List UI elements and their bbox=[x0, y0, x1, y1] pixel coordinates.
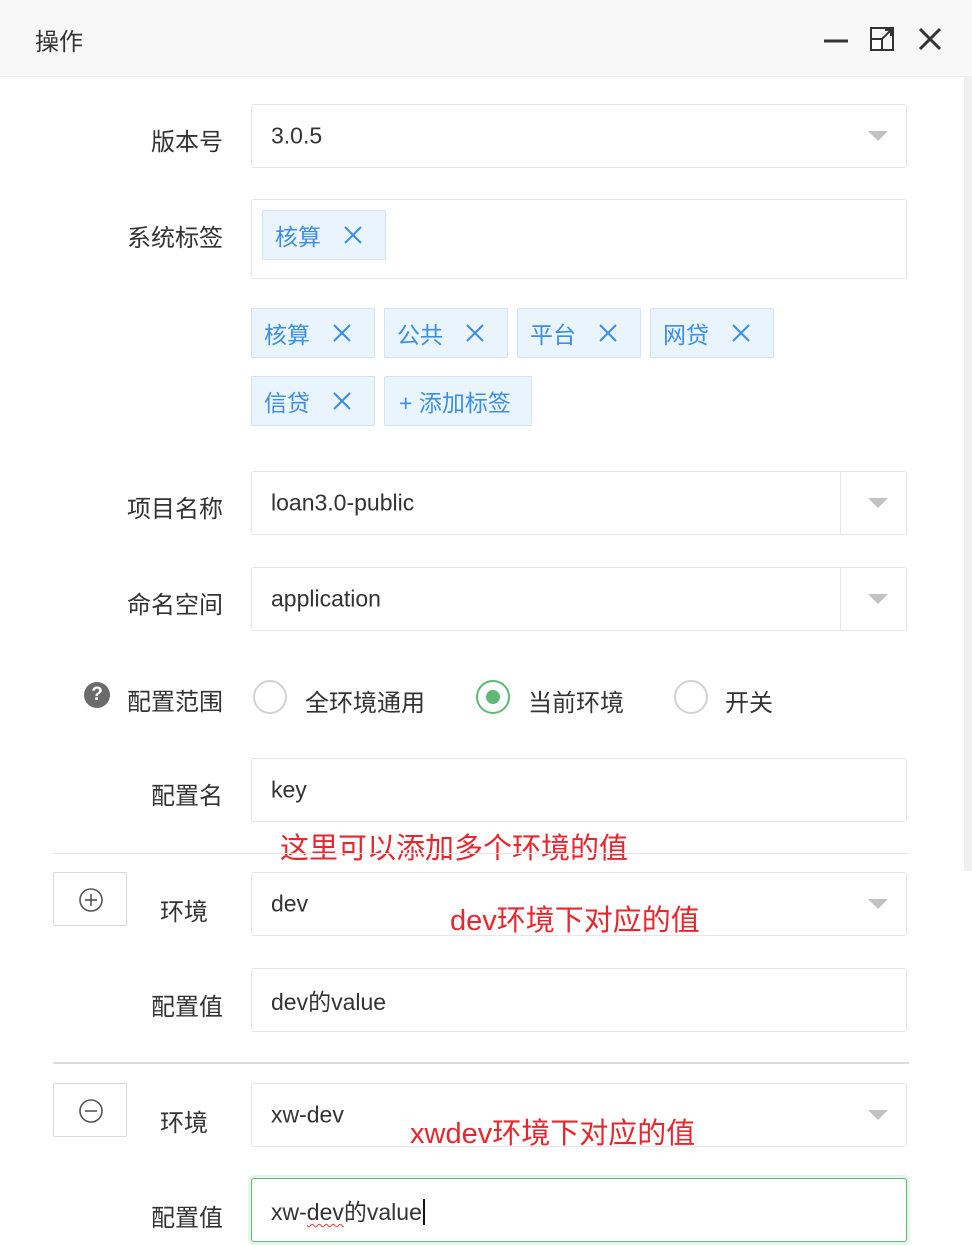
add-tag-button[interactable]: + 添加标签 bbox=[384, 376, 532, 426]
scope-label: 配置范围 bbox=[127, 689, 223, 716]
scrollbar[interactable] bbox=[964, 76, 972, 871]
tag-label: 网贷 bbox=[663, 322, 709, 348]
add-tag-label: + 添加标签 bbox=[399, 390, 511, 416]
tag-label: 核算 bbox=[275, 224, 321, 250]
tag-label: 信贷 bbox=[264, 390, 310, 416]
select-divider bbox=[840, 472, 841, 534]
scope-option-label: 全环境通用 bbox=[305, 690, 425, 717]
tag-option[interactable]: 公共 bbox=[384, 308, 508, 358]
annotation-xwdev: xwdev环境下对应的值 bbox=[410, 1118, 696, 1150]
config-value-input[interactable]: dev的value bbox=[251, 968, 907, 1032]
scope-radio-all[interactable] bbox=[253, 680, 287, 714]
scope-radio-switch[interactable] bbox=[674, 680, 708, 714]
version-select[interactable]: 3.0.5 bbox=[251, 104, 907, 168]
tag-label: 公共 bbox=[397, 322, 443, 348]
tag-remove-icon[interactable] bbox=[598, 323, 618, 343]
env-label: 环境 bbox=[160, 899, 208, 926]
scope-option-label: 开关 bbox=[725, 690, 773, 717]
tag-remove-icon[interactable] bbox=[343, 225, 363, 245]
value-prefix: xw- bbox=[271, 1199, 307, 1225]
namespace-label: 命名空间 bbox=[127, 592, 223, 619]
project-label: 项目名称 bbox=[127, 496, 223, 523]
version-value: 3.0.5 bbox=[271, 122, 323, 149]
tag-option[interactable]: 网贷 bbox=[650, 308, 774, 358]
help-icon[interactable]: ? bbox=[84, 682, 110, 708]
system-tags-input[interactable]: 核算 bbox=[251, 199, 907, 279]
row-divider bbox=[53, 1062, 909, 1064]
tag-option[interactable]: 核算 bbox=[251, 308, 375, 358]
project-value: loan3.0-public bbox=[271, 489, 415, 516]
namespace-value: application bbox=[271, 585, 381, 612]
chevron-down-icon bbox=[868, 498, 888, 508]
plus-circle-icon bbox=[79, 888, 103, 912]
chevron-down-icon bbox=[868, 131, 888, 141]
namespace-select[interactable]: application bbox=[251, 567, 907, 631]
tag-remove-icon[interactable] bbox=[465, 323, 485, 343]
add-env-button[interactable] bbox=[53, 872, 127, 926]
chevron-down-icon bbox=[868, 899, 888, 909]
project-select[interactable]: loan3.0-public bbox=[251, 471, 907, 535]
env-value: dev bbox=[271, 890, 309, 917]
selected-tag[interactable]: 核算 bbox=[262, 210, 386, 260]
chevron-down-icon bbox=[868, 1110, 888, 1120]
minimize-icon[interactable] bbox=[821, 24, 851, 54]
text-cursor bbox=[422, 1199, 425, 1225]
version-label: 版本号 bbox=[151, 129, 223, 156]
config-name-label: 配置名 bbox=[151, 783, 223, 810]
config-value: dev的value bbox=[271, 989, 387, 1015]
system-tags-label: 系统标签 bbox=[127, 225, 223, 252]
config-value-input-active[interactable]: xw-dev的value bbox=[251, 1178, 907, 1242]
scope-option-label: 当前环境 bbox=[528, 690, 624, 717]
dialog-titlebar: 操作 bbox=[0, 0, 972, 77]
tag-option[interactable]: 信贷 bbox=[251, 376, 375, 426]
section-divider bbox=[53, 853, 909, 854]
minus-circle-icon bbox=[79, 1099, 103, 1123]
tag-remove-icon[interactable] bbox=[731, 323, 751, 343]
config-name-input[interactable]: key bbox=[251, 758, 907, 822]
annotation-multi-env: 这里可以添加多个环境的值 bbox=[280, 833, 629, 865]
value-suffix: 的value bbox=[343, 1199, 422, 1225]
remove-env-button[interactable] bbox=[53, 1083, 127, 1137]
tag-label: 平台 bbox=[530, 322, 576, 348]
annotation-dev: dev环境下对应的值 bbox=[450, 905, 700, 937]
tag-label: 核算 bbox=[264, 322, 310, 348]
misspelled-text: dev bbox=[306, 1199, 344, 1225]
tag-remove-icon[interactable] bbox=[332, 391, 352, 411]
config-value-label: 配置值 bbox=[151, 994, 223, 1021]
config-value: xw-dev的value bbox=[271, 1193, 425, 1227]
close-icon[interactable] bbox=[915, 24, 945, 54]
env-label: 环境 bbox=[160, 1110, 208, 1137]
tag-remove-icon[interactable] bbox=[332, 323, 352, 343]
select-divider bbox=[840, 568, 841, 630]
maximize-icon[interactable] bbox=[867, 24, 897, 54]
dialog-title: 操作 bbox=[35, 29, 83, 56]
env-value: xw-dev bbox=[271, 1101, 344, 1128]
config-value-label: 配置值 bbox=[151, 1205, 223, 1232]
chevron-down-icon bbox=[868, 594, 888, 604]
config-name-value: key bbox=[271, 776, 307, 803]
tag-option[interactable]: 平台 bbox=[517, 308, 641, 358]
scope-radio-current[interactable] bbox=[476, 680, 510, 714]
